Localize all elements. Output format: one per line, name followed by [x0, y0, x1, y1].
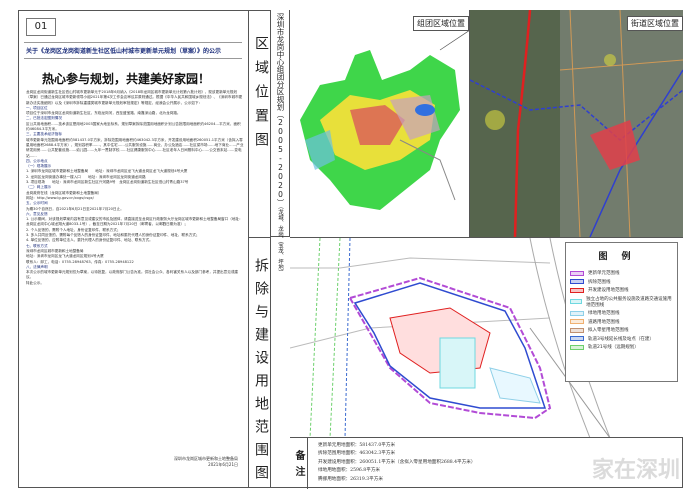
street-location-map[interactable]: 街道区域位置	[470, 10, 683, 237]
legend-swatch-icon	[570, 299, 583, 304]
legend-swatch-icon	[570, 310, 584, 316]
group-location-map[interactable]: 组团区域位置	[290, 10, 470, 237]
remark-line: 开发建设用地面积：260051.1平方米（含拟入零星用地面积2688.4平方米）	[318, 459, 476, 465]
legend-swatch-icon	[570, 287, 584, 293]
notice-paragraph: 龙岗区龙岗街道新生社区低山村城市更新单元于2018年6月纳入《2018年龙岗区城…	[26, 90, 243, 105]
legend-label: 更新单元范围线	[588, 271, 620, 276]
legend-item: 更新单元范围线	[570, 270, 673, 276]
legend-title: 图例	[598, 252, 645, 262]
notice-signature: 深圳市龙岗区城市更新和土地整备局 2021年6月21日	[174, 456, 238, 468]
legend-label: 拟入零星用地范围线	[588, 328, 629, 333]
legend-item: 轨道3号线延长线及站点（在建）	[570, 336, 673, 342]
legend-label: 道路用地范围线	[588, 319, 620, 325]
legend-item: 独立占地的公共服务设施及道路交通设施用地范围线	[570, 296, 673, 308]
legend-swatch-icon	[570, 336, 584, 341]
location-subtitle-main: 深圳市龙岗中心组团分区规划（2005-2020）	[276, 13, 285, 207]
map-legend: 图例 更新单元范围线 拆除范围线开发建设用地范围线独立占地的公共服务设施及道路交通…	[565, 242, 678, 382]
notice-body: 龙岗区龙岗街道新生社区低山村城市更新单元于2018年6月纳入《2018年龙岗区城…	[26, 90, 244, 286]
remark-line: 更新单元用地面积：581437.0平方米	[318, 443, 396, 448]
legend-items: 更新单元范围线 拆除范围线开发建设用地范围线独立占地的公共服务设施及道路交通设施用…	[570, 270, 673, 350]
legend-item: 拆除范围线	[570, 279, 673, 285]
remark-line: 绿地用地面积：2596.8平方米	[318, 468, 381, 474]
location-subtitle-note: （龙城、龙岗、宝龙、坪地）	[277, 206, 283, 276]
legend-label: 绿地用地范围线	[588, 311, 620, 316]
demolition-map-title: 拆除与建设用地范围图	[253, 258, 269, 488]
location-map-title: 区域位置图	[253, 36, 269, 156]
location-subtitle: 深圳市龙岗中心组团分区规划（2005-2020）（龙城、龙岗、宝龙、坪地）	[274, 13, 286, 275]
section-title-column: 区域位置图 拆除与建设用地范围图	[249, 10, 271, 488]
legend-item: 轨道21号线（远期规划）	[570, 344, 673, 350]
project-marker	[415, 104, 435, 116]
remarks-label: 备注	[290, 438, 308, 489]
legend-swatch-icon	[570, 344, 584, 350]
legend-label: 独立占地的公共服务设施及道路交通设施用地范围线	[586, 296, 672, 308]
legend-label: 轨道3号线延长线及站点（在建）	[588, 336, 654, 342]
column-divider	[249, 237, 271, 238]
notice-paragraph: 本次公示的城市更新单元规划仅为草案，以待批复，以政府部门公告为准。供社会公众、各…	[26, 270, 239, 280]
notice-paragraph: 特此公示。	[26, 280, 44, 285]
legend-swatch-icon	[570, 327, 584, 333]
notice-title: 关于《龙岗区龙岗街道新生社区低山村城市更新单元规划（草案）》的公示	[24, 42, 242, 59]
notice-paragraph: 区公共用地面积……技术该区是用地2003国家大地坐标系，规划草案拆除范围用地面积…	[26, 121, 241, 132]
page-number: 01	[26, 18, 56, 36]
group-map-drawing	[300, 30, 469, 210]
notice-paragraph: 城市更新单元范围用地面积约581437.0平方米，拆除范围用地面积约463042…	[26, 137, 244, 158]
legend-label: 拆除范围线	[588, 279, 611, 285]
legend-item: 拟入零星用地范围线	[570, 327, 673, 333]
legend-swatch-icon	[570, 279, 584, 284]
legend-label: 轨道21号线（远期规划）	[588, 345, 639, 350]
legend-swatch-icon	[570, 270, 584, 276]
notice-slogan: 热心参与规划，共建美好家园！	[42, 72, 211, 86]
legend-item: 道路用地范围线	[570, 319, 673, 325]
legend-swatch-icon	[570, 319, 584, 324]
notice-paragraph: 1. 公示期间，对该规划草案内容有意见或建议的市民及团体，请直接送至龙岗区行政服…	[26, 217, 243, 227]
watermark-logo: 家在深圳	[592, 458, 681, 483]
group-map-label: 组团区域位置	[413, 16, 469, 31]
remarks-list: 更新单元用地面积：581437.0平方米 拆除范围用地面积：463042.3平方米…	[318, 442, 475, 484]
street-map-label: 街道区域位置	[627, 16, 683, 31]
legend-label: 开发建设用地范围线	[588, 288, 629, 293]
location-subtitle-column: 深圳市龙岗中心组团分区规划（2005-2020）（龙城、龙岗、宝龙、坪地）	[271, 10, 290, 275]
legend-item: 绿地用地范围线	[570, 310, 673, 316]
legend-item: 开发建设用地范围线	[570, 287, 673, 293]
remark-line: 拆除范围用地面积：463042.3平方米	[318, 451, 396, 457]
street-map-drawing	[470, 10, 683, 237]
remark-line: 腾挪用地面积：26319.3平方米	[318, 476, 383, 482]
notice-column: 01 关于《龙岗区龙岗街道新生社区低山村城市更新单元规划（草案）》的公示 热心参…	[18, 10, 249, 488]
signature-date: 2021年6月21日	[208, 462, 238, 467]
